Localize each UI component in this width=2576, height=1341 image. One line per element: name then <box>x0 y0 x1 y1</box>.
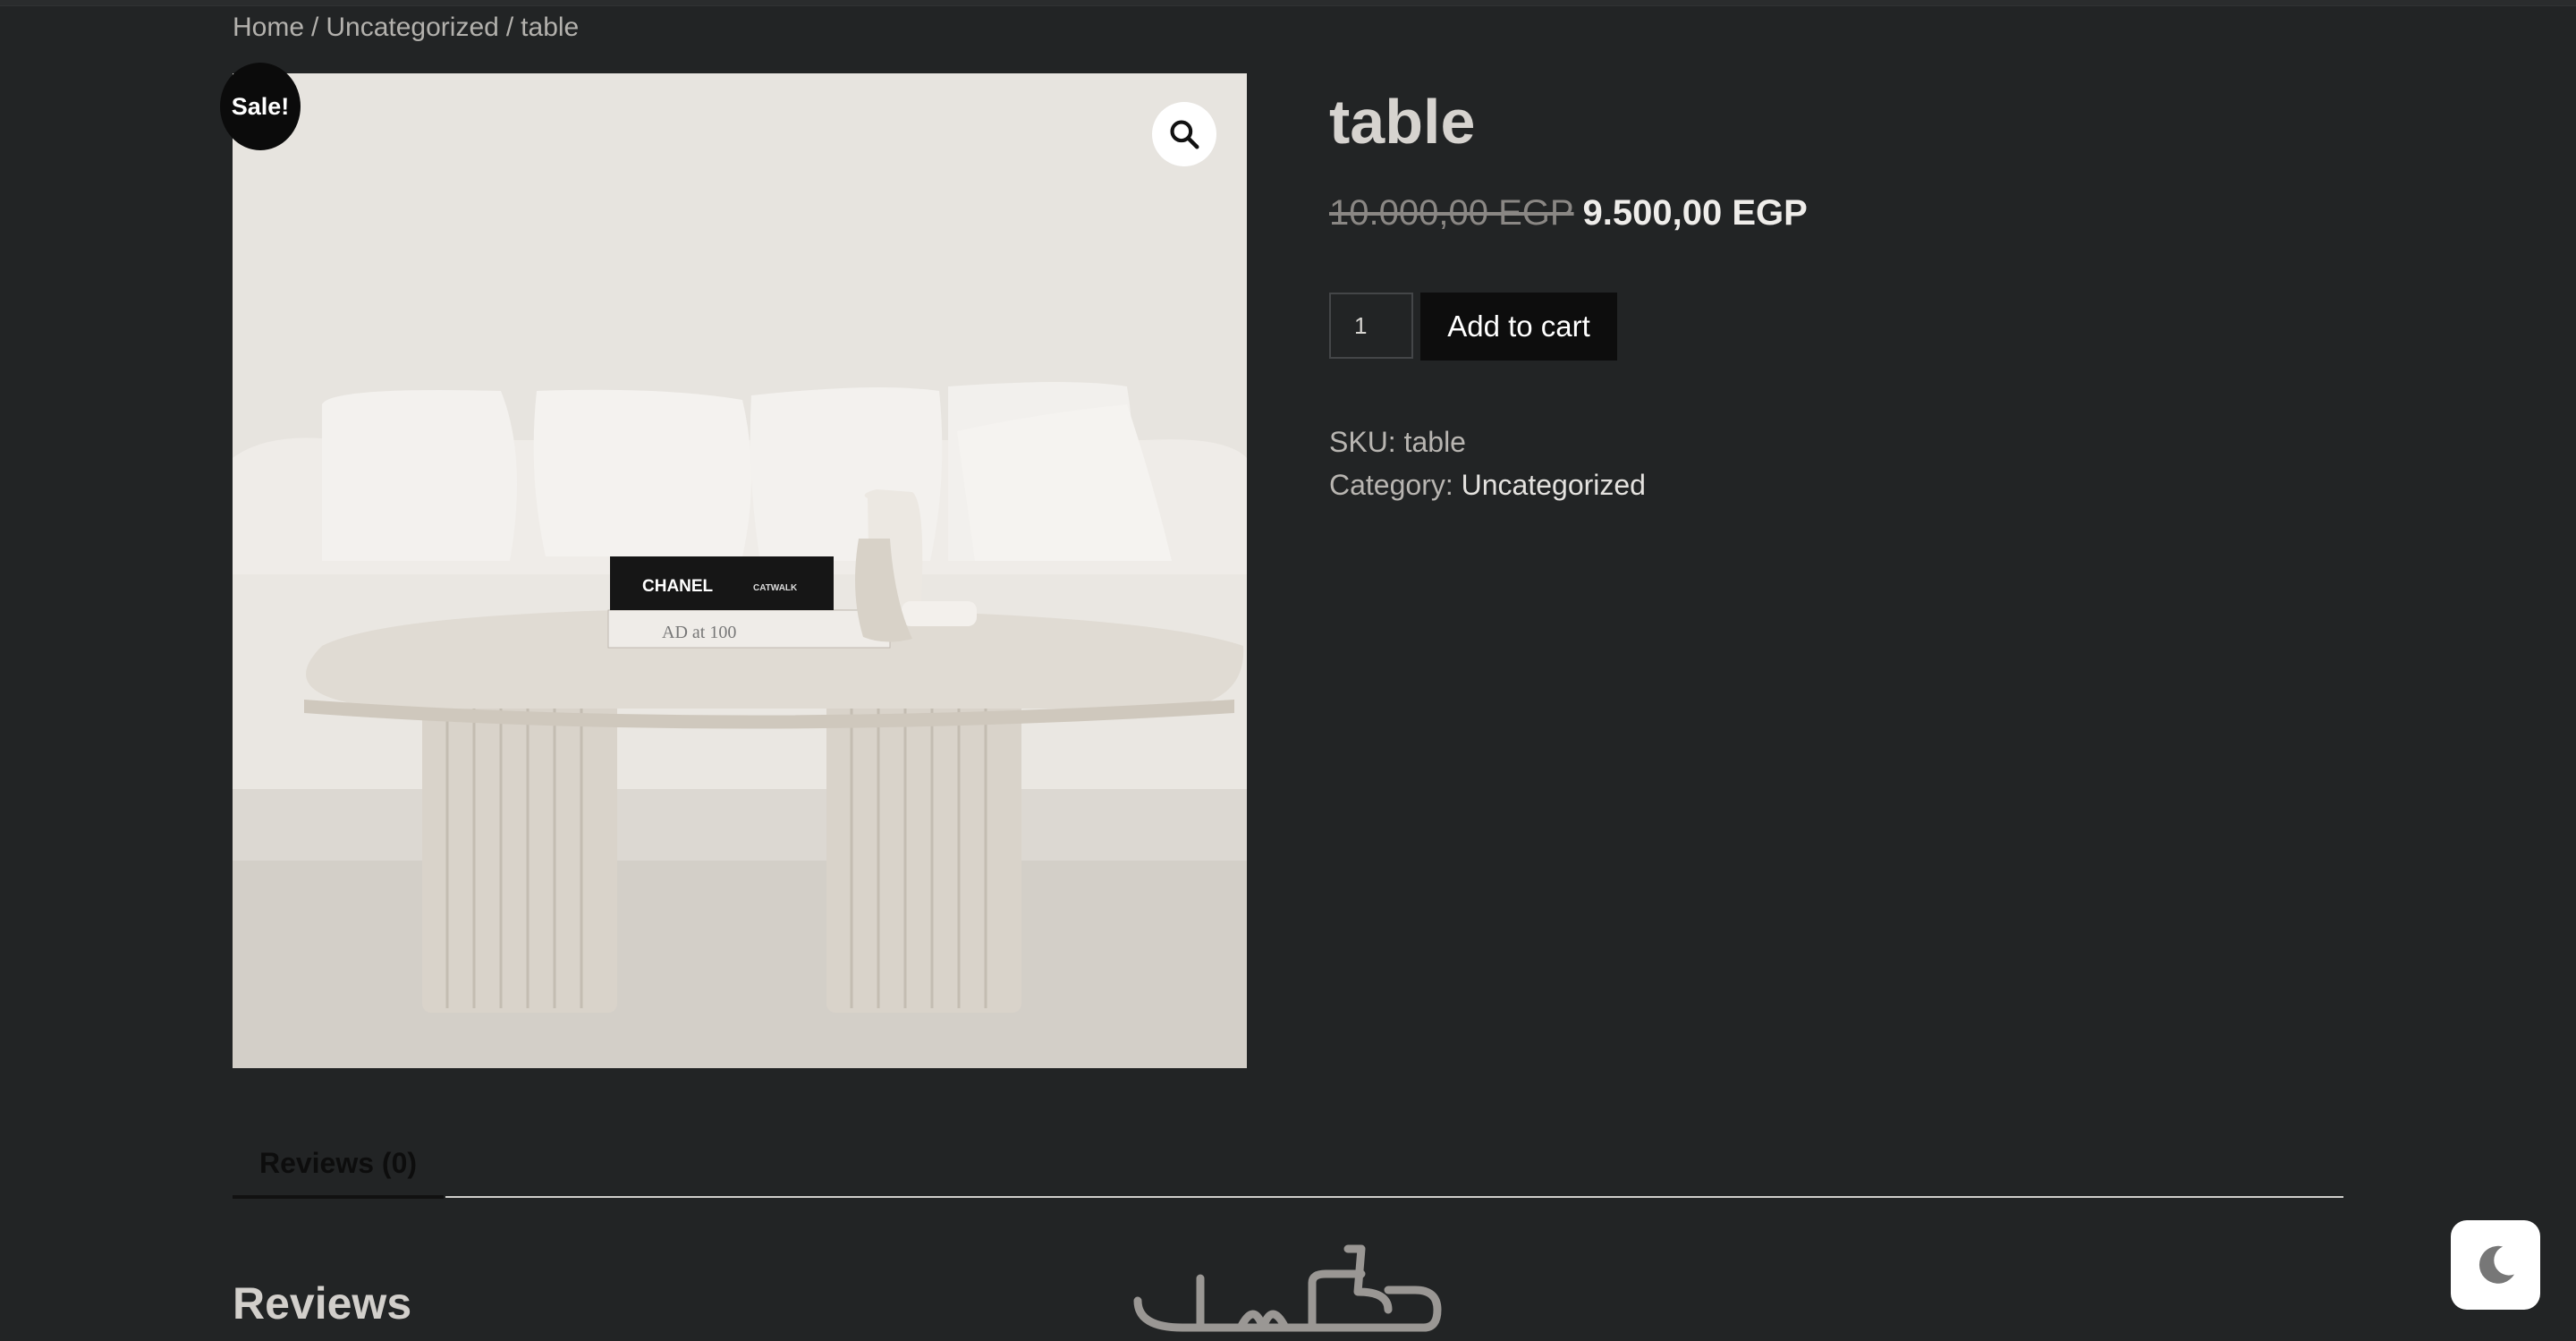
category-row: Category: Uncategorized <box>1329 463 1646 506</box>
breadcrumb-current: table <box>521 13 580 42</box>
search-icon <box>1170 120 1199 149</box>
zoom-button[interactable] <box>1152 102 1216 166</box>
tab-reviews[interactable]: Reviews (0) <box>233 1131 444 1199</box>
dark-mode-toggle[interactable] <box>2451 1220 2540 1310</box>
sku-label: SKU: <box>1329 426 1396 458</box>
category-link[interactable]: Uncategorized <box>1462 469 1646 501</box>
book-top-subtitle: CATWALK <box>753 583 798 593</box>
product-title: table <box>1329 87 1476 157</box>
product-meta: SKU: table Category: Uncategorized <box>1329 420 1646 506</box>
product-tabs: Reviews (0) <box>233 1131 2343 1199</box>
breadcrumb-separator: / <box>505 13 514 42</box>
sku-row: SKU: table <box>1329 420 1646 463</box>
moon-icon <box>2479 1245 2514 1284</box>
reviews-heading: Reviews <box>233 1278 412 1328</box>
old-price: 10.000,00 EGP <box>1329 193 1574 233</box>
tabs-divider <box>445 1196 2343 1198</box>
breadcrumb-category[interactable]: Uncategorized <box>326 13 498 42</box>
book-top-title: CHANEL <box>642 577 714 596</box>
sale-price: 9.500,00 EGP <box>1582 193 1808 233</box>
add-to-cart-button[interactable]: Add to cart <box>1420 293 1617 361</box>
book-bottom-title: AD at 100 <box>662 623 736 642</box>
add-to-cart-form: Add to cart <box>1329 293 1617 361</box>
sku-value: table <box>1403 426 1466 458</box>
top-border <box>0 0 2576 6</box>
category-label: Category: <box>1329 469 1453 501</box>
breadcrumb: Home / Uncategorized / table <box>233 13 579 43</box>
breadcrumb-separator: / <box>311 13 319 42</box>
breadcrumb-home[interactable]: Home <box>233 13 304 42</box>
product-photo: AD at 100 CHANEL CATWALK <box>233 73 1247 1068</box>
quantity-input[interactable] <box>1329 293 1413 359</box>
sale-badge: Sale! <box>220 63 301 150</box>
product-image[interactable]: AD at 100 CHANEL CATWALK <box>233 73 1247 1068</box>
khamsat-watermark-logo <box>1129 1238 1451 1337</box>
price: 10.000,00 EGP 9.500,00 EGP <box>1329 193 1808 233</box>
